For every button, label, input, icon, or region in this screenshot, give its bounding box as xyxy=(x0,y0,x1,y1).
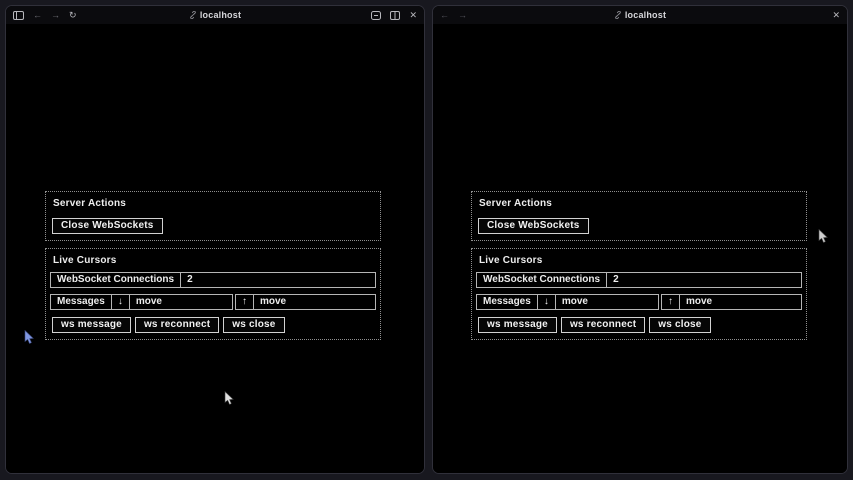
ws-buttons-row: ws message ws reconnect ws close xyxy=(476,317,802,333)
ws-reconnect-button[interactable]: ws reconnect xyxy=(135,317,219,333)
browser-window-left: ← → ↻ localhost ✕ Server Actions Close W… xyxy=(5,5,425,474)
server-actions-title: Server Actions xyxy=(479,198,802,209)
back-icon[interactable]: ← xyxy=(33,11,42,20)
close-websockets-button[interactable]: Close WebSockets xyxy=(478,218,589,234)
ws-message-button[interactable]: ws message xyxy=(52,317,131,333)
messages-incoming-box: ↑ move xyxy=(661,294,802,310)
ws-reconnect-button[interactable]: ws reconnect xyxy=(561,317,645,333)
websocket-connections-row: WebSocket Connections 2 xyxy=(50,272,376,288)
down-arrow-icon: ↓ xyxy=(112,295,130,309)
down-arrow-icon: ↓ xyxy=(538,295,556,309)
ws-close-button[interactable]: ws close xyxy=(223,317,284,333)
forward-icon[interactable]: → xyxy=(51,11,60,20)
url-title[interactable]: localhost xyxy=(625,10,666,20)
server-actions-title: Server Actions xyxy=(53,198,376,209)
down-event-value: move xyxy=(130,295,232,309)
link-icon xyxy=(189,11,197,19)
down-event-value: move xyxy=(556,295,658,309)
up-event-value: move xyxy=(680,295,801,309)
browser-window-right: ← → localhost ✕ Server Actions Close Web… xyxy=(432,5,848,474)
page-content: Server Actions Close WebSockets Live Cur… xyxy=(6,24,424,474)
connections-value: 2 xyxy=(607,273,801,287)
live-cursors-section: Live Cursors WebSocket Connections 2 Mes… xyxy=(471,248,807,340)
live-cursors-title: Live Cursors xyxy=(479,255,802,266)
titlebar[interactable]: ← → ↻ localhost ✕ xyxy=(6,6,424,24)
connections-label: WebSocket Connections xyxy=(51,273,181,287)
close-websockets-button[interactable]: Close WebSockets xyxy=(52,218,163,234)
connections-label: WebSocket Connections xyxy=(477,273,607,287)
titlebar[interactable]: ← → localhost ✕ xyxy=(433,6,847,24)
server-actions-section: Server Actions Close WebSockets xyxy=(45,191,381,241)
live-cursors-section: Live Cursors WebSocket Connections 2 Mes… xyxy=(45,248,381,340)
close-icon[interactable]: ✕ xyxy=(832,11,840,20)
live-cursors-title: Live Cursors xyxy=(53,255,376,266)
server-actions-section: Server Actions Close WebSockets xyxy=(471,191,807,241)
sidebar-toggle-icon[interactable] xyxy=(13,11,24,20)
back-icon[interactable]: ← xyxy=(440,11,449,20)
messages-row: Messages ↓ move ↑ move xyxy=(50,294,376,310)
forward-icon[interactable]: → xyxy=(458,11,467,20)
messages-label: Messages xyxy=(477,295,538,309)
link-icon xyxy=(614,11,622,19)
messages-row: Messages ↓ move ↑ move xyxy=(476,294,802,310)
url-title[interactable]: localhost xyxy=(200,10,241,20)
ws-buttons-row: ws message ws reconnect ws close xyxy=(50,317,376,333)
connections-value: 2 xyxy=(181,273,375,287)
reader-icon[interactable] xyxy=(371,11,381,20)
page-content: Server Actions Close WebSockets Live Cur… xyxy=(433,24,847,474)
up-event-value: move xyxy=(254,295,375,309)
close-icon[interactable]: ✕ xyxy=(409,11,417,20)
messages-outgoing-box: Messages ↓ move xyxy=(50,294,233,310)
up-arrow-icon: ↑ xyxy=(236,295,254,309)
ws-message-button[interactable]: ws message xyxy=(478,317,557,333)
messages-incoming-box: ↑ move xyxy=(235,294,376,310)
up-arrow-icon: ↑ xyxy=(662,295,680,309)
reload-icon[interactable]: ↻ xyxy=(69,11,77,20)
new-window-icon[interactable] xyxy=(390,11,400,20)
messages-outgoing-box: Messages ↓ move xyxy=(476,294,659,310)
websocket-connections-row: WebSocket Connections 2 xyxy=(476,272,802,288)
messages-label: Messages xyxy=(51,295,112,309)
ws-close-button[interactable]: ws close xyxy=(649,317,710,333)
